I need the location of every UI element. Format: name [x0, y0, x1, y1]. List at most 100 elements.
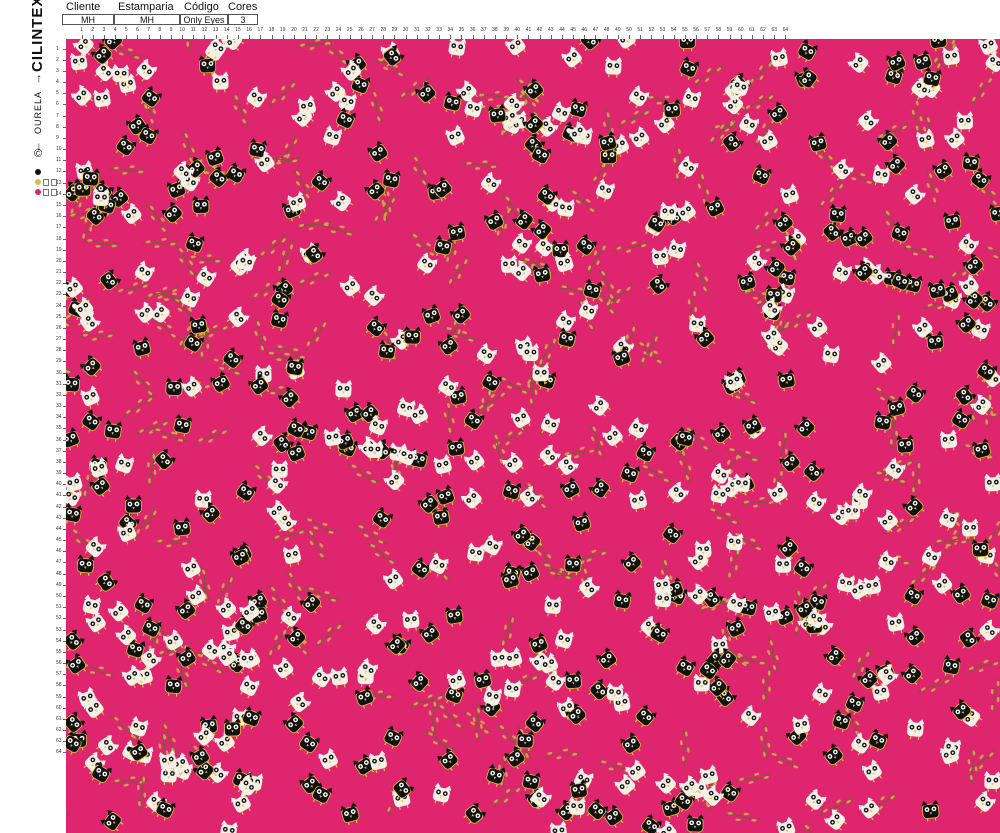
ruler-top-label: 17: [257, 27, 264, 33]
black-owl-icon: [873, 410, 893, 434]
ruler-left-label: 4: [56, 79, 59, 86]
white-owl-icon: [587, 395, 611, 417]
black-owl-icon: [419, 621, 440, 645]
white-owl-icon: [956, 111, 974, 133]
branch-icon: [428, 697, 439, 734]
white-owl-icon: [329, 190, 353, 212]
black-owl-icon: [943, 210, 962, 233]
ruler-top-label: 24: [335, 27, 342, 33]
black-owl-icon: [340, 802, 360, 826]
white-owl-icon: [822, 343, 841, 367]
white-owl-icon: [121, 664, 143, 688]
black-owl-icon: [76, 554, 95, 576]
white-owl-icon: [69, 51, 88, 74]
branch-icon: [493, 784, 524, 808]
black-owl-icon: [532, 263, 551, 286]
black-owl-icon: [647, 273, 671, 296]
branch-icon: [911, 460, 921, 497]
white-owl-icon: [878, 550, 898, 574]
black-owl-icon: [161, 201, 184, 225]
white-owl-icon: [501, 451, 524, 475]
print-pattern: [66, 39, 1000, 833]
white-owl-icon: [921, 545, 942, 569]
branch-icon: [305, 318, 327, 351]
branch-icon: [748, 58, 773, 88]
black-owl-icon: [900, 662, 923, 685]
white-owl-icon: [726, 531, 744, 554]
black-owl-icon: [845, 691, 865, 715]
white-owl-icon: [605, 56, 623, 78]
white-owl-icon: [861, 759, 882, 783]
black-owl-icon: [415, 81, 437, 105]
ruler-left-label: 48: [56, 570, 62, 577]
black-owl-icon: [407, 670, 431, 693]
black-owl-icon: [620, 551, 643, 574]
black-owl-icon: [172, 516, 191, 539]
ruler-left-label: 12: [56, 168, 62, 175]
white-owl-icon: [467, 542, 485, 565]
ruler-top-label: 4: [113, 27, 117, 33]
info-header-cores: Cores: [228, 1, 258, 13]
white-owl-icon: [907, 718, 925, 740]
branch-icon: [891, 312, 901, 349]
ruler-top-label: 57: [704, 27, 710, 33]
ruler-left-label: 13: [56, 179, 62, 186]
white-owl-icon: [511, 232, 533, 256]
black-owl-icon: [481, 370, 502, 394]
ruler-left-label: 47: [56, 559, 62, 566]
ruler-top-label: 9: [169, 27, 173, 33]
white-owl-icon: [916, 128, 935, 152]
ruler-top-label: 6: [136, 27, 139, 33]
branch-icon: [801, 825, 828, 833]
branch-icon: [988, 512, 1000, 544]
branch-icon: [984, 246, 1000, 265]
black-owl-icon: [504, 745, 526, 770]
ruler-top-label: 31: [413, 27, 420, 33]
black-owl-icon: [571, 511, 592, 535]
branch-icon: [781, 309, 811, 332]
info-header-cliente: Cliente: [66, 1, 101, 13]
branch-icon: [298, 270, 333, 287]
white-owl-icon: [135, 58, 158, 82]
ruler-top-label: 42: [536, 27, 543, 33]
ruler-top-label: 14: [224, 27, 230, 33]
black-owl-icon: [890, 221, 911, 245]
white-owl-icon: [226, 306, 250, 329]
black-owl-icon: [115, 134, 137, 158]
ruler-top-label: 40: [514, 27, 521, 33]
white-owl-icon: [84, 536, 107, 559]
branch-icon: [409, 692, 444, 709]
white-owl-icon: [677, 155, 699, 179]
black-owl-icon: [903, 624, 926, 648]
ruler-left-label: 7: [56, 112, 59, 119]
black-owl-icon: [902, 495, 925, 518]
ruler-top-label: 55: [682, 27, 688, 33]
branch-icon: [639, 465, 674, 483]
white-owl-icon: [540, 412, 561, 437]
white-owl-icon: [464, 449, 485, 473]
ruler-left-label: 58: [56, 682, 62, 689]
white-owl-icon: [595, 178, 615, 203]
black-owl-icon: [678, 39, 696, 52]
black-owl-icon: [185, 231, 205, 256]
branch-icon: [109, 165, 146, 175]
ruler-left-label: 25: [56, 313, 62, 320]
black-owl-icon: [282, 711, 305, 735]
branch-icon: [612, 240, 648, 253]
white-owl-icon: [886, 612, 905, 635]
ruler-top-label: 49: [615, 27, 621, 33]
white-owl-icon: [984, 771, 1000, 793]
black-owl-icon: [104, 419, 123, 442]
white-owl-icon: [134, 260, 155, 284]
branch-icon: [501, 614, 514, 651]
white-owl-icon: [280, 605, 302, 629]
ruler-top-label: 46: [581, 27, 588, 33]
brand-logo: CILINTEX: [29, 0, 46, 72]
black-owl-icon: [133, 592, 154, 616]
branch-icon: [129, 370, 157, 398]
ruler-top-label: 51: [637, 27, 643, 33]
ruler-top-label: 53: [659, 27, 666, 33]
ruler-left-label: 52: [56, 615, 62, 622]
black-owl-icon: [81, 409, 103, 433]
branch-icon: [990, 561, 1000, 594]
